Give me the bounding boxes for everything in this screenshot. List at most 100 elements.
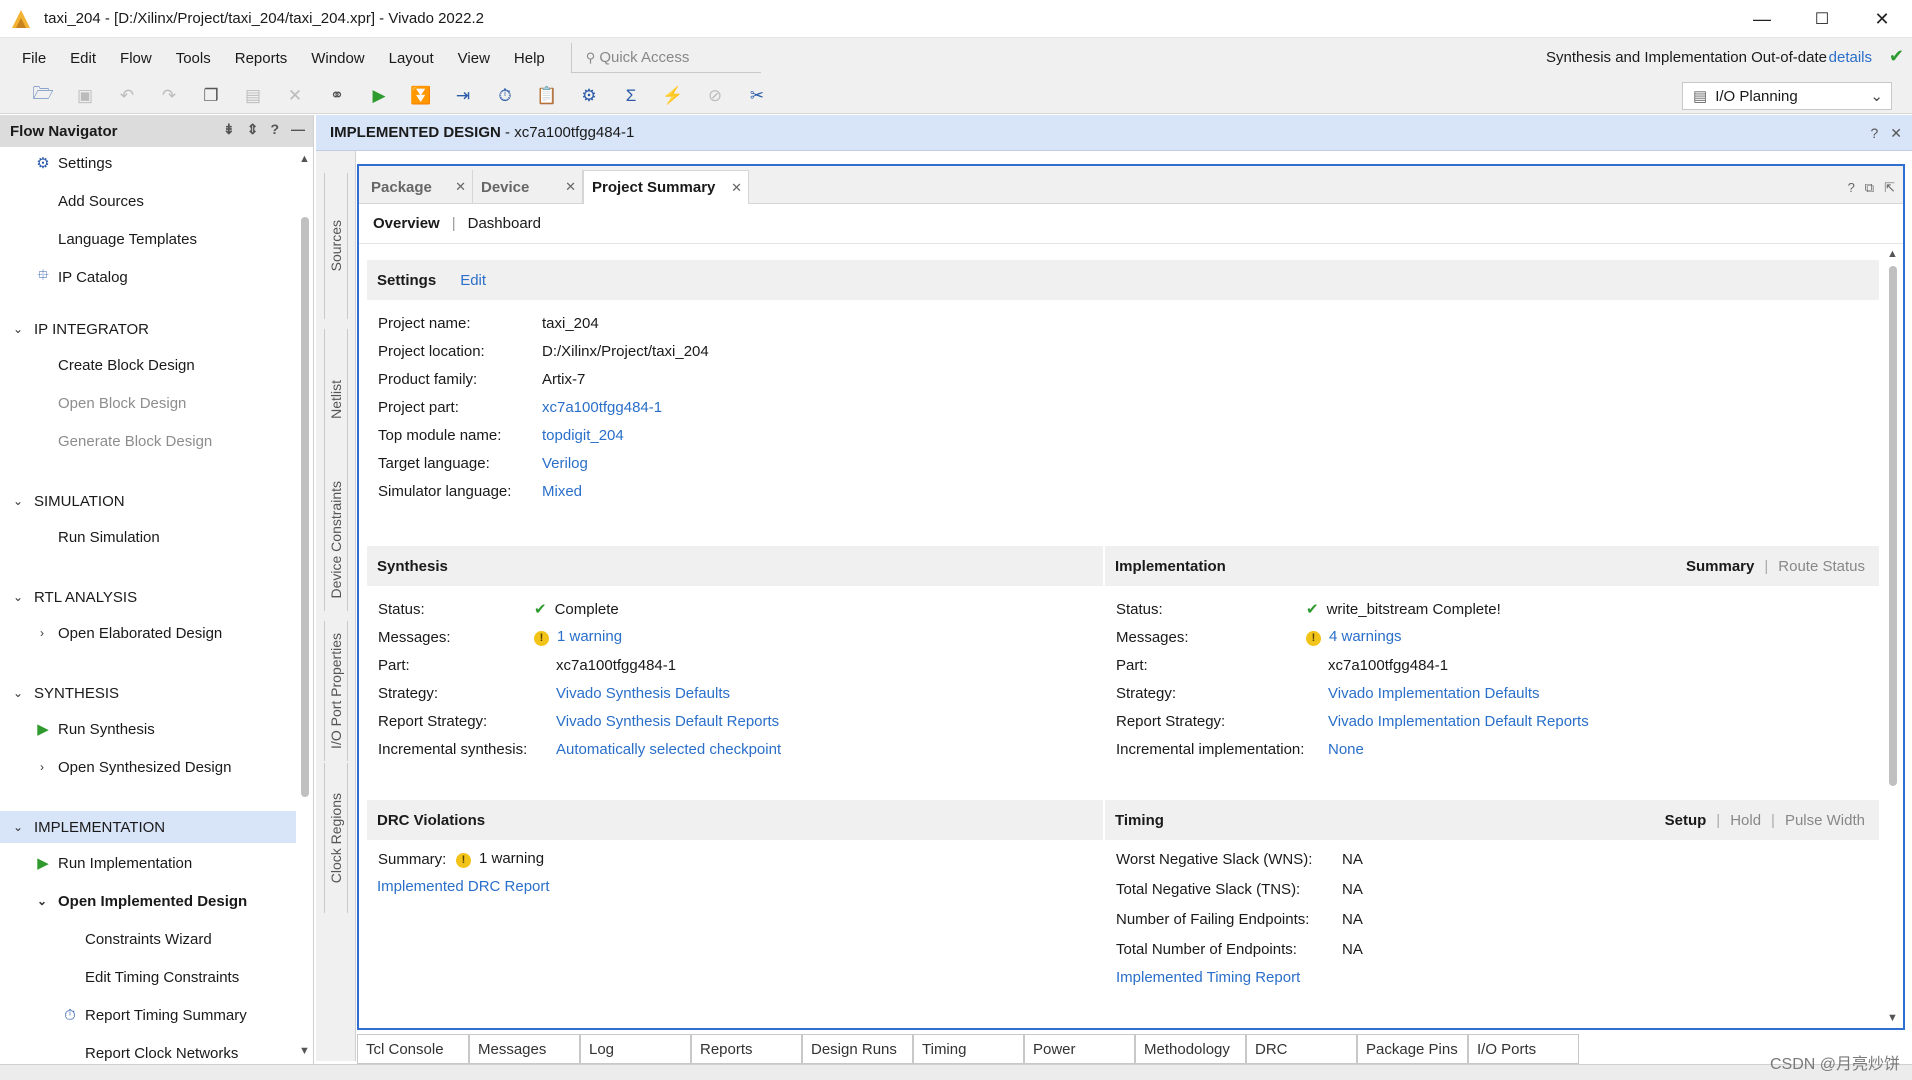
timing-pulse-width-tab[interactable]: Pulse Width [1785,812,1865,829]
implementation-report-strategy-link[interactable]: Vivado Implementation Default Reports [1328,713,1589,730]
scrollbar-thumb[interactable] [1889,266,1897,786]
nav-run-implementation[interactable]: ▶ Run Implementation [0,847,296,879]
nav-settings[interactable]: ⚙ Settings [0,147,296,179]
help-icon[interactable]: ? [1870,125,1878,142]
nav-open-implemented-design[interactable]: ⌄ Open Implemented Design [0,885,296,917]
export-icon[interactable]: ⇥ [442,82,484,110]
nav-section-simulation[interactable]: ⌄ SIMULATION [0,485,296,517]
run-icon[interactable]: ▶ [358,82,400,110]
incremental-implementation-link[interactable]: None [1328,741,1364,758]
cancel-icon[interactable]: ⊘ [694,82,736,110]
tab-reports[interactable]: Reports [691,1034,802,1064]
menu-file[interactable]: File [10,50,58,67]
delete-icon[interactable]: ✕ [274,82,316,110]
nav-run-simulation[interactable]: Run Simulation [0,521,296,553]
side-tab-clock-regions[interactable]: Clock Regions [324,763,348,913]
open-project-icon[interactable]: 🗁 [22,82,64,110]
save-icon[interactable]: ▣ [64,82,106,110]
scroll-down-icon[interactable]: ▼ [299,1045,310,1057]
implementation-strategy-link[interactable]: Vivado Implementation Defaults [1328,685,1540,702]
sigma-icon[interactable]: Σ [610,82,652,110]
nav-language-templates[interactable]: Language Templates [0,223,296,255]
nav-run-synthesis[interactable]: ▶ Run Synthesis [0,713,296,745]
nav-open-elaborated-design[interactable]: › Open Elaborated Design [0,617,296,649]
scroll-down-icon[interactable]: ▼ [1887,1012,1898,1024]
route-status-tab[interactable]: Route Status [1778,558,1865,575]
tab-drc[interactable]: DRC [1246,1034,1357,1064]
nav-section-rtl-analysis[interactable]: ⌄ RTL ANALYSIS [0,581,296,613]
nav-section-ip-integrator[interactable]: ⌄ IP INTEGRATOR [0,313,296,345]
scrollbar-thumb[interactable] [301,217,309,797]
tab-package[interactable]: Package ✕ [363,170,473,204]
menu-edit[interactable]: Edit [58,50,108,67]
timing-hold-tab[interactable]: Hold [1730,812,1761,829]
copy-icon[interactable]: ❐ [190,82,232,110]
timing-report-link[interactable]: Implemented Timing Report [1116,969,1300,986]
flow-navigator-scrollbar[interactable]: ▲ ▼ [299,153,311,1057]
tab-power[interactable]: Power [1024,1034,1135,1064]
subtab-overview[interactable]: Overview [373,215,440,232]
nav-ip-catalog[interactable]: ⯐ IP Catalog [0,261,296,293]
summary-scrollbar[interactable]: ▲ ▼ [1887,248,1899,1024]
drc-report-link[interactable]: Implemented DRC Report [377,878,550,895]
target-language-link[interactable]: Verilog [542,455,588,472]
step-icon[interactable]: ⏬ [400,82,442,110]
tools-icon[interactable]: ✂ [736,82,778,110]
expand-all-icon[interactable]: ⇕ [247,121,259,138]
scroll-up-icon[interactable]: ▲ [1887,248,1898,260]
minimize-panel-icon[interactable]: — [291,121,305,138]
side-tab-sources[interactable]: Sources [324,173,348,319]
menu-view[interactable]: View [446,50,502,67]
tab-io-ports[interactable]: I/O Ports [1468,1034,1579,1064]
simulator-language-link[interactable]: Mixed [542,483,582,500]
menu-reports[interactable]: Reports [223,50,300,67]
close-icon[interactable]: ✕ [455,179,466,195]
close-icon[interactable]: ✕ [1890,125,1902,142]
timer-icon[interactable]: ⏱ [484,82,526,110]
nav-add-sources[interactable]: Add Sources [0,185,296,217]
nav-section-synthesis[interactable]: ⌄ SYNTHESIS [0,677,296,709]
top-module-link[interactable]: topdigit_204 [542,427,624,444]
paste-icon[interactable]: ▤ [232,82,274,110]
tab-messages[interactable]: Messages [469,1034,580,1064]
tab-project-summary[interactable]: Project Summary ✕ [583,170,749,204]
restore-icon[interactable]: ⧉ [1865,180,1874,196]
float-icon[interactable]: ⇱ [1884,180,1895,196]
tab-design-runs[interactable]: Design Runs [802,1034,913,1064]
menu-layout[interactable]: Layout [377,50,446,67]
side-tab-netlist[interactable]: Netlist [324,329,348,469]
tab-tcl-console[interactable]: Tcl Console [357,1034,469,1064]
close-icon[interactable]: ✕ [731,180,742,196]
implementation-summary-tab[interactable]: Summary [1686,558,1754,575]
nav-constraints-wizard[interactable]: Constraints Wizard [0,923,296,955]
scroll-up-icon[interactable]: ▲ [299,153,310,165]
tab-log[interactable]: Log [580,1034,691,1064]
tab-methodology[interactable]: Methodology [1135,1034,1246,1064]
redo-icon[interactable]: ↷ [148,82,190,110]
menu-help[interactable]: Help [502,50,557,67]
help-icon[interactable]: ? [1848,180,1855,196]
nav-report-clock-networks[interactable]: Report Clock Networks [0,1037,296,1065]
menu-flow[interactable]: Flow [108,50,164,67]
quick-access-input[interactable]: ⚲ Quick Access [570,43,761,73]
subtab-dashboard[interactable]: Dashboard [468,215,541,232]
undo-icon[interactable]: ↶ [106,82,148,110]
nav-open-synthesized-design[interactable]: › Open Synthesized Design [0,751,296,783]
nav-report-timing-summary[interactable]: ⏱ Report Timing Summary [0,999,296,1031]
synthesis-report-strategy-link[interactable]: Vivado Synthesis Default Reports [556,713,779,730]
minimize-button[interactable]: — [1732,0,1792,38]
nav-create-block-design[interactable]: Create Block Design [0,349,296,381]
nav-open-block-design[interactable]: Open Block Design [0,387,296,419]
settings-icon[interactable]: ⚙ [568,82,610,110]
synthesis-messages-link[interactable]: 1 warning [557,628,622,645]
details-link[interactable]: details [1829,49,1872,66]
timing-setup-tab[interactable]: Setup [1665,812,1707,829]
side-tab-io-port-properties[interactable]: I/O Port Properties [324,621,348,761]
nav-edit-timing-constraints[interactable]: Edit Timing Constraints [0,961,296,993]
close-icon[interactable]: ✕ [565,179,576,195]
layout-select[interactable]: ▤ I/O Planning ⌄ [1682,82,1892,110]
tab-package-pins[interactable]: Package Pins [1357,1034,1468,1064]
disconnect-icon[interactable]: ⚡ [652,82,694,110]
clipboard-icon[interactable]: 📋 [526,82,568,110]
nav-section-implementation[interactable]: ⌄ IMPLEMENTATION [0,811,296,843]
